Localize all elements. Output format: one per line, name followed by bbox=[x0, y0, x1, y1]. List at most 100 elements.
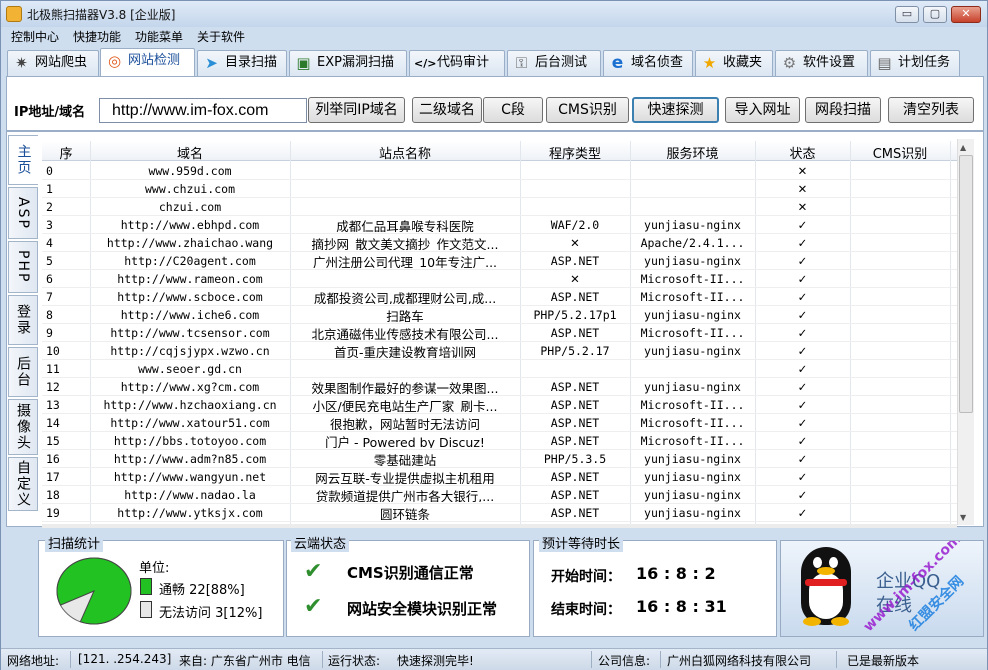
star-icon: ★ bbox=[702, 54, 717, 72]
clear-list-button[interactable]: 清空列表 bbox=[888, 97, 974, 123]
cell-domain: www.chzui.com bbox=[144, 182, 235, 196]
close-button[interactable]: ✕ bbox=[951, 6, 981, 23]
minimize-button[interactable]: ▭ bbox=[895, 6, 919, 23]
quick-probe-button[interactable]: 快速探测 bbox=[632, 97, 719, 123]
cell-cms bbox=[850, 236, 950, 252]
table-row[interactable]: 19 http://www.ytksjx.com 圆环链条 ASP.NET yunjia… bbox=[42, 504, 957, 522]
tab-favorites[interactable]: ★ 收藏夹 bbox=[695, 50, 773, 76]
cell-domain: http://www.zhaichao.wang bbox=[106, 236, 274, 250]
table-row[interactable]: 2 chzui.com ✕ bbox=[42, 198, 957, 216]
import-url-button[interactable]: 导入网址 bbox=[725, 97, 800, 123]
cell-program-type: ASP.NET bbox=[550, 488, 600, 502]
table-row[interactable]: 10 http://cqjsjypx.wzwo.cn 首页-重庆建设教育培训网 PHP… bbox=[42, 342, 957, 360]
tab-site-detect[interactable]: ◎ 网站检测 bbox=[100, 48, 195, 76]
table-row[interactable]: 3 http://www.ebhpd.com 成都仁品耳鼻喉专科医院 WAF/2.0 y… bbox=[42, 216, 957, 234]
menu-about[interactable]: 关于软件 bbox=[197, 28, 245, 45]
col-cms[interactable]: CMS识别 bbox=[850, 143, 950, 162]
run-status-label: 运行状态: bbox=[328, 654, 381, 668]
table-row[interactable]: 6 http://www.rameon.com ✕ Microsoft-II... ✓ bbox=[42, 270, 957, 288]
scroll-thumb[interactable] bbox=[959, 155, 973, 413]
end-time-value: 16 : 8 : 31 bbox=[636, 597, 727, 616]
cell-status: ✓ bbox=[797, 506, 808, 520]
cell-domain: http://www.tcsensor.com bbox=[110, 326, 270, 340]
side-tab-php[interactable]: PHP bbox=[8, 241, 38, 293]
menu-quick-functions[interactable]: 快捷功能 bbox=[73, 28, 121, 45]
tab-dir-scan[interactable]: ➤ 目录扫描 bbox=[197, 50, 287, 76]
cell-status: ✓ bbox=[797, 380, 808, 394]
cell-server-env: yunjiasu-nginx bbox=[644, 470, 741, 484]
side-tab-custom[interactable]: 自定义 bbox=[8, 457, 38, 511]
cell-domain: http://www.iche6.com bbox=[120, 308, 260, 322]
cell-domain: http://www.nadao.la bbox=[124, 488, 256, 502]
cell-index: 3 bbox=[46, 218, 53, 232]
col-index[interactable]: 序 bbox=[42, 143, 90, 162]
tab-settings[interactable]: ⚙ 软件设置 bbox=[775, 50, 868, 76]
col-domain[interactable]: 域名 bbox=[90, 143, 290, 162]
table-row[interactable]: 14 http://www.xatour51.com 很抱歉，网站暂时无法访问 ASP… bbox=[42, 414, 957, 432]
side-tab-camera[interactable]: 摄像头 bbox=[8, 399, 38, 455]
col-status[interactable]: 状态 bbox=[755, 143, 850, 162]
side-tab-asp[interactable]: ASP bbox=[8, 187, 38, 239]
cell-cms bbox=[850, 398, 950, 414]
tab-code-audit[interactable]: </> 代码审计 bbox=[409, 50, 505, 76]
cell-program-type: ASP.NET bbox=[550, 434, 600, 448]
cell-server-env: Microsoft-II... bbox=[640, 326, 745, 340]
col-site-name[interactable]: 站点名称 bbox=[290, 143, 520, 162]
table-row[interactable]: 16 http://www.adm?n85.com 零基础建站 PHP/5.3.5 yu… bbox=[42, 450, 957, 468]
cell-cms bbox=[850, 308, 950, 324]
table-row[interactable]: 11 www.seoer.gd.cn ✓ bbox=[42, 360, 957, 378]
cell-server-env: yunjiasu-nginx bbox=[644, 488, 741, 502]
cell-status: ✓ bbox=[797, 254, 808, 268]
side-tab-login[interactable]: 登录 bbox=[8, 295, 38, 345]
table-row[interactable]: 9 http://www.tcsensor.com 北京通磁伟业传感技术有限公司..… bbox=[42, 324, 957, 342]
cloud-status-panel: ✔ CMS识别通信正常 ✔ 网站安全模块识别正常 bbox=[286, 540, 530, 637]
col-server-env[interactable]: 服务环境 bbox=[630, 143, 755, 162]
table-row[interactable]: 5 http://C20agent.com 广州注册公司代理_10年专注广... AS… bbox=[42, 252, 957, 270]
cell-domain: http://C20agent.com bbox=[124, 254, 256, 268]
segment-scan-button[interactable]: 网段扫描 bbox=[805, 97, 881, 123]
same-ip-domains-button[interactable]: 列举同IP域名 bbox=[308, 97, 405, 123]
scroll-down-icon[interactable]: ▼ bbox=[960, 513, 966, 522]
table-row[interactable]: 0 www.959d.com ✕ bbox=[42, 162, 957, 180]
vertical-scrollbar[interactable]: ▲ ▼ bbox=[957, 139, 974, 525]
subdomain-button[interactable]: 二级域名 bbox=[412, 97, 482, 123]
target-icon: ◎ bbox=[107, 52, 122, 70]
enterprise-qq-banner[interactable]: 企业QQ 在线 www.im-fox.com 红盟安全网 bbox=[780, 540, 984, 637]
tab-scheduled-tasks[interactable]: ▤ 计划任务 bbox=[870, 50, 960, 76]
cell-program-type bbox=[520, 200, 630, 216]
location: 来自: 广东省广州市 电信 bbox=[179, 654, 311, 668]
menu-control-center[interactable]: 控制中心 bbox=[11, 28, 59, 45]
tab-exp-scan[interactable]: ▣ EXP漏洞扫描 bbox=[289, 50, 407, 76]
results-table: 序 域名 站点名称 程序类型 服务环境 状态 CMS识别 0 www.959d.c… bbox=[42, 141, 957, 524]
table-row[interactable]: 4 http://www.zhaichao.wang 摘抄网_散文美文摘抄_作文范文… bbox=[42, 234, 957, 252]
check-icon: ✔ bbox=[304, 559, 323, 584]
maximize-button[interactable]: ▢ bbox=[923, 6, 947, 23]
table-row[interactable]: 18 http://www.nadao.la 贷款频道提供广州市各大银行,... AS… bbox=[42, 486, 957, 504]
cell-program-type: PHP/5.3.5 bbox=[543, 452, 607, 466]
side-tab-admin[interactable]: 后台 bbox=[8, 347, 38, 397]
tab-domain-recon[interactable]: e 域名侦查 bbox=[603, 50, 693, 76]
c-segment-button[interactable]: C段 bbox=[483, 97, 543, 123]
table-row[interactable]: 12 http://www.xg?cm.com 效果图制作最好的参谋一效果图... A… bbox=[42, 378, 957, 396]
table-row[interactable]: 13 http://www.hzchaoxiang.cn 小区/便民充电站生产厂家_… bbox=[42, 396, 957, 414]
table-row[interactable]: 17 http://www.wangyun.net 网云互联-专业提供虚拟主机租用 A… bbox=[42, 468, 957, 486]
table-row[interactable]: 7 http://www.scboce.com 成都投资公司,成都理财公司,成...… bbox=[42, 288, 957, 306]
side-tab-home[interactable]: 主页 bbox=[8, 135, 38, 185]
scan-stats-panel: 单位: 通畅 22[88%] 无法访问 3[12%] bbox=[38, 540, 284, 637]
tab-crawler[interactable]: ✷ 网站爬虫 bbox=[7, 50, 99, 76]
menu-function-menu[interactable]: 功能菜单 bbox=[135, 28, 183, 45]
table-row[interactable]: 1 www.chzui.com ✕ bbox=[42, 180, 957, 198]
horizontal-scrollbar[interactable] bbox=[42, 524, 957, 528]
col-program-type[interactable]: 程序类型 bbox=[520, 143, 630, 162]
cell-domain: http://www.xg?cm.com bbox=[120, 380, 260, 394]
table-row[interactable]: 15 http://bbs.totoyoo.com 门户 - Powered by … bbox=[42, 432, 957, 450]
url-input[interactable]: http://www.im-fox.com bbox=[99, 98, 307, 123]
cell-server-env: yunjiasu-nginx bbox=[644, 452, 741, 466]
gear-icon: ⚙ bbox=[782, 54, 797, 72]
cms-identify-button[interactable]: CMS识别 bbox=[546, 97, 629, 123]
tab-admin-test[interactable]: ⚿ 后台测试 bbox=[507, 50, 601, 76]
scroll-up-icon[interactable]: ▲ bbox=[960, 143, 966, 152]
table-row[interactable]: 8 http://www.iche6.com 扫路车 PHP/5.2.17p1 yunj… bbox=[42, 306, 957, 324]
table-header: 序 域名 站点名称 程序类型 服务环境 状态 CMS识别 bbox=[42, 141, 957, 162]
cell-domain: http://www.scboce.com bbox=[117, 290, 263, 304]
